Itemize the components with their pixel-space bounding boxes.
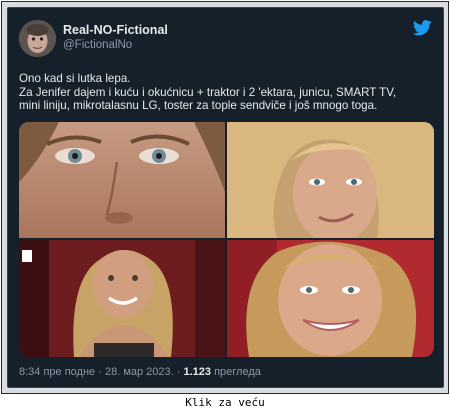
tweet-time[interactable]: 8:34 пре подне (19, 366, 95, 378)
tweet-date[interactable]: 28. мар 2023. (105, 366, 174, 378)
tweet-text-line: mini liniju, mikrotalasnu LG, toster za … (19, 99, 378, 113)
tweet-text-line: Za Jenifer dajem i kuću i okućnicu + tra… (19, 85, 397, 99)
meta-separator: · (176, 366, 181, 378)
photo-red-carpet[interactable] (19, 240, 225, 357)
tweet-meta: 8:34 пре подне · 28. мар 2023. · 1.123 п… (19, 366, 261, 378)
avatar[interactable] (19, 20, 56, 57)
tweet-card[interactable]: Real-NO-Fictional @FictionalNo Ono kad s… (7, 7, 444, 388)
twitter-bird-icon[interactable] (412, 20, 432, 36)
photo-closeup-face[interactable] (19, 122, 225, 238)
tweet-text-line: Ono kad si lutka lepa. (19, 72, 131, 85)
views-count: 1.123 (183, 366, 212, 378)
author-name[interactable]: Real-NO-Fictional (63, 23, 168, 37)
photo-smile-closeup[interactable] (227, 240, 434, 357)
author-handle[interactable]: @FictionalNo (63, 39, 132, 51)
enlarge-link[interactable]: Klik za veću (0, 396, 450, 409)
screenshot-frame: Real-NO-Fictional @FictionalNo Ono kad s… (1, 1, 449, 394)
tweet-text: Ono kad si lutka lepa. Za Jenifer dajem … (19, 72, 437, 113)
photo-grid (19, 122, 434, 357)
views-label: прегледа (214, 366, 261, 378)
photo-blonde-smirk[interactable] (227, 122, 434, 238)
meta-separator: · (98, 366, 102, 378)
